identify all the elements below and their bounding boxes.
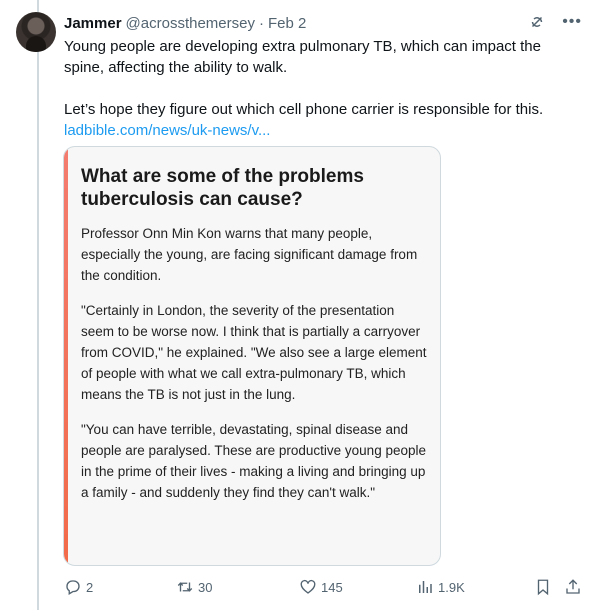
reply-icon [66,580,80,595]
author-name[interactable]: Jammer [64,15,122,32]
tweet-header: Jammer @acrossthemersey · Feb 2 ••• [64,13,582,33]
card-paragraph: Professor Onn Min Kon warns that many pe… [81,226,418,283]
retweet-count: 30 [198,579,213,595]
card-accent-bar [64,147,68,565]
author-handle[interactable]: @acrossthemersey [126,15,255,32]
reply-button[interactable]: 2 [64,578,93,596]
image-card[interactable]: What are some of the problems tuberculos… [63,146,441,566]
share-icon [566,579,580,594]
tweet-link[interactable]: ladbible.com/news/uk-news/v... [64,122,270,139]
tweet-line-2: Let’s hope they figure out which cell ph… [64,101,544,118]
action-bar: 2 30 145 1.9K [64,578,584,600]
like-button[interactable]: 145 [299,578,343,596]
tweet-date[interactable]: Feb 2 [268,15,306,32]
tweet-line-1: Young people are developing extra pulmon… [64,38,541,76]
heart-icon [300,579,316,594]
grok-icon[interactable] [528,13,546,31]
avatar[interactable] [16,12,56,52]
card-title: What are some of the problems tuberculos… [81,166,364,210]
tweet-text: Young people are developing extra pulmon… [64,36,584,141]
views-count: 1.9K [438,579,465,595]
card-content: What are some of the problems tuberculos… [81,165,427,517]
reply-count: 2 [86,579,94,595]
header-actions: ••• [528,13,582,31]
views-button[interactable]: 1.9K [416,578,465,596]
card-paragraph: "Certainly in London, the severity of th… [81,303,427,402]
share-button[interactable] [564,578,586,596]
views-icon [419,581,432,593]
bookmark-button[interactable] [534,578,556,596]
like-count: 145 [321,579,343,595]
more-icon[interactable]: ••• [562,14,582,30]
retweet-button[interactable]: 30 [176,578,212,596]
bookmark-icon [537,579,549,596]
separator-dot: · [258,14,264,32]
card-paragraph: "You can have terrible, devastating, spi… [81,422,426,500]
retweet-icon [177,582,193,592]
thread-line [37,0,39,610]
